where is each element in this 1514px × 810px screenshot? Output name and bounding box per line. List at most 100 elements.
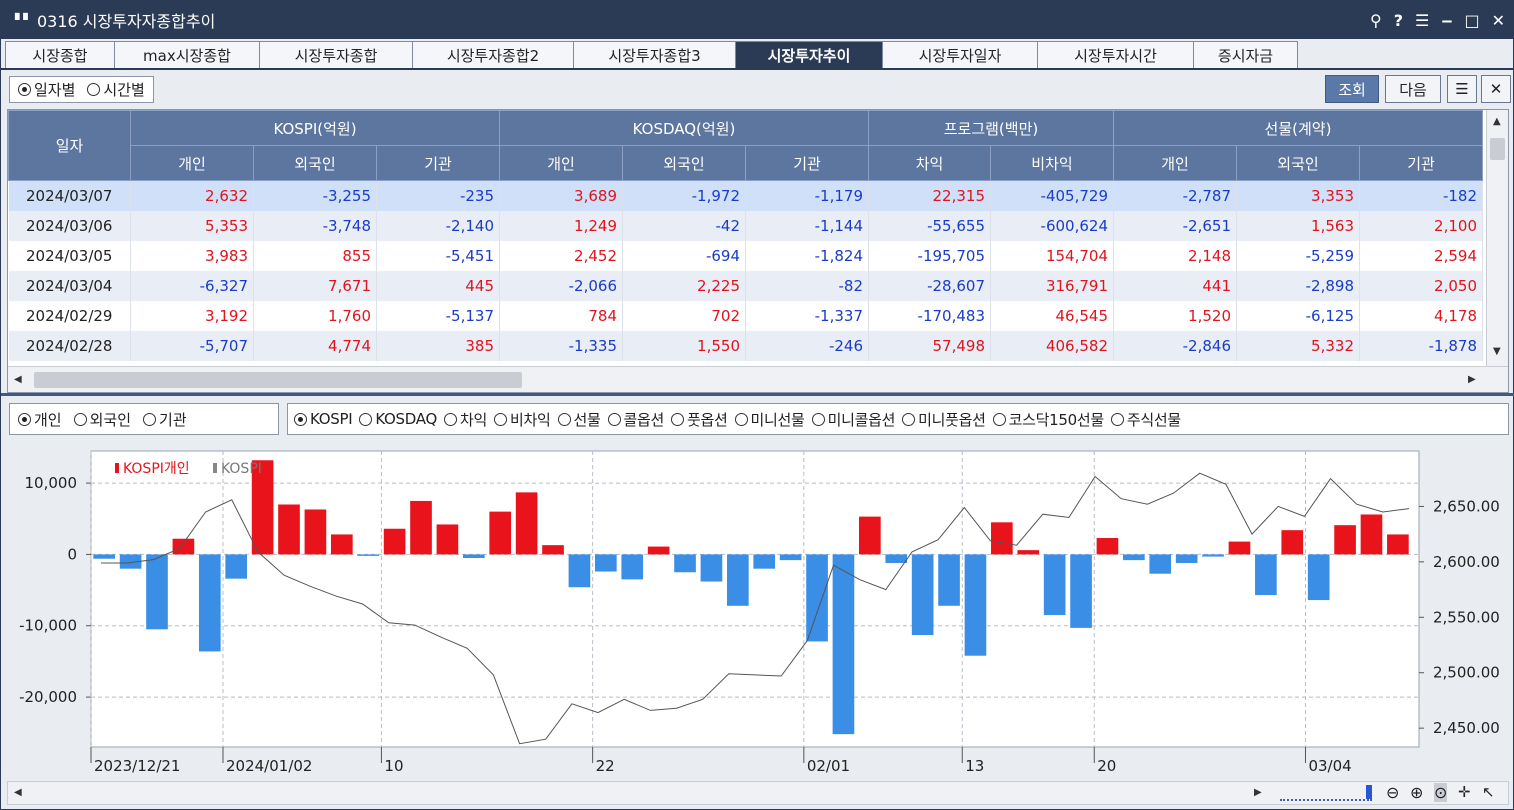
bar-kospi-individual[interactable] — [832, 554, 855, 735]
col-header[interactable]: 외국인 — [622, 145, 746, 181]
radio-institution[interactable]: 기관 — [143, 409, 187, 430]
bar-kospi-individual[interactable] — [727, 554, 749, 606]
bar-kospi-individual[interactable] — [1334, 525, 1356, 555]
bar-kospi-individual[interactable] — [1070, 554, 1092, 628]
zoom-slider-handle[interactable] — [1366, 785, 1372, 799]
radio-market-option[interactable]: 차익 — [443, 409, 487, 430]
table-row[interactable]: 2024/02/28 -5,707 4,774 385 -1,335 1,550 -246 5… — [8, 330, 1483, 361]
bar-kospi-individual[interactable] — [357, 554, 380, 556]
scroll-down-icon[interactable]: ▼ — [1493, 346, 1501, 357]
table-row[interactable]: 2024/03/05 3,983 855 -5,451 2,452 -694 -1,824-… — [8, 240, 1483, 271]
minimize-icon[interactable]: ‒ — [1441, 11, 1452, 30]
vertical-scrollbar[interactable]: ▲ ▼ — [1486, 110, 1508, 366]
radio-market-option[interactable]: 비차익 — [493, 409, 551, 430]
bar-kospi-individual[interactable] — [1175, 554, 1198, 563]
bar-kospi-individual[interactable] — [568, 554, 591, 588]
menu-icon[interactable]: ☰ — [1415, 11, 1429, 30]
radio-market-option[interactable]: 주식선물 — [1110, 409, 1181, 430]
col-header[interactable]: 기관 — [745, 145, 869, 181]
bar-kospi-individual[interactable] — [806, 554, 828, 642]
bar-kospi-individual[interactable] — [330, 534, 353, 555]
tab-market-invest-trend[interactable]: 시장투자추이 — [735, 41, 883, 69]
bar-kospi-individual[interactable] — [1307, 554, 1330, 601]
bar-kospi-individual[interactable] — [1017, 550, 1040, 555]
bar-kospi-individual[interactable] — [410, 500, 432, 555]
bar-kospi-individual[interactable] — [515, 492, 538, 555]
radio-market-option[interactable]: 미니콜옵션 — [811, 409, 895, 430]
grid-dots-icon[interactable]: ▘▘ — [15, 13, 32, 27]
crosshair-icon[interactable]: ✛ — [1458, 783, 1471, 801]
col-header[interactable]: 비차익 — [990, 145, 1114, 181]
col-header[interactable]: 기관 — [376, 145, 500, 181]
tab-market-summary[interactable]: 시장종합 — [5, 41, 115, 69]
col-header[interactable]: 개인 — [130, 145, 254, 181]
bar-kospi-individual[interactable] — [674, 554, 696, 573]
bar-kospi-individual[interactable] — [1255, 554, 1277, 596]
radio-foreign[interactable]: 외국인 — [73, 409, 131, 430]
bar-kospi-individual[interactable] — [304, 509, 327, 555]
bar-kospi-individual[interactable] — [1123, 554, 1145, 561]
scroll-right-icon[interactable]: ▶ — [1468, 374, 1476, 385]
bar-kospi-individual[interactable] — [1281, 530, 1304, 555]
vertical-scroll-thumb[interactable] — [1490, 138, 1505, 160]
zoom-in-icon[interactable]: ⊕ — [1410, 783, 1423, 802]
zoom-slider[interactable] — [1280, 785, 1372, 801]
radio-market-option[interactable]: 콜옵션 — [607, 409, 664, 430]
bar-kospi-individual[interactable] — [859, 516, 881, 555]
tab-market-invest-summary-2[interactable]: 시장투자종합2 — [412, 41, 574, 69]
pointer-icon[interactable]: ↖ — [1482, 783, 1495, 801]
col-header[interactable]: 개인 — [499, 145, 623, 181]
table-row[interactable]: 2024/02/29 3,192 1,760 -5,137 784 702 -1,337 -1… — [8, 300, 1483, 331]
bar-kospi-individual[interactable] — [172, 538, 195, 555]
panel-splitter[interactable] — [1, 393, 1514, 396]
col-header-date[interactable]: 일자 — [8, 110, 131, 181]
bar-kospi-individual[interactable] — [1360, 514, 1383, 555]
scroll-up-icon[interactable]: ▲ — [1493, 116, 1501, 127]
help-icon[interactable]: ? — [1394, 11, 1403, 30]
radio-market-option[interactable]: 미니선물 — [734, 409, 805, 430]
bar-kospi-individual[interactable] — [1228, 541, 1251, 555]
tab-market-invest-daily[interactable]: 시장투자일자 — [882, 41, 1038, 69]
bar-kospi-individual[interactable] — [1202, 554, 1224, 557]
horizontal-scroll-thumb[interactable] — [34, 372, 522, 388]
bar-kospi-individual[interactable] — [225, 554, 248, 579]
bar-kospi-individual[interactable] — [462, 554, 485, 558]
close-icon[interactable]: ✕ — [1492, 11, 1505, 30]
bar-kospi-individual[interactable] — [911, 554, 934, 636]
bar-kospi-individual[interactable] — [1096, 538, 1119, 555]
close-x-icon[interactable]: ✕ — [1481, 75, 1511, 103]
col-header[interactable]: 개인 — [1113, 145, 1237, 181]
bar-kospi-individual[interactable] — [621, 554, 644, 580]
next-button[interactable]: 다음 — [1385, 75, 1441, 103]
tab-market-invest-summary[interactable]: 시장투자종합 — [259, 41, 413, 69]
tab-market-funds[interactable]: 증시자금 — [1193, 41, 1298, 69]
bar-kospi-individual[interactable] — [647, 546, 670, 555]
bar-kospi-individual[interactable] — [938, 554, 960, 606]
bar-kospi-individual[interactable] — [1043, 554, 1066, 616]
chart-scroll-right-icon[interactable]: ▶ — [1254, 787, 1262, 798]
col-header[interactable]: 차익 — [868, 145, 991, 181]
col-header[interactable]: 기관 — [1359, 145, 1483, 181]
scroll-left-icon[interactable]: ◀ — [14, 374, 22, 385]
bar-kospi-individual[interactable] — [542, 545, 564, 555]
bar-kospi-individual[interactable] — [885, 554, 908, 563]
bar-kospi-individual[interactable] — [1387, 534, 1409, 555]
radio-market-option[interactable]: 코스닥150선물 — [992, 409, 1104, 430]
radio-market-option[interactable]: 선물 — [557, 409, 601, 430]
maximize-icon[interactable]: □ — [1464, 11, 1479, 30]
radio-market-option[interactable]: KOSDAQ — [359, 410, 437, 428]
bar-kospi-individual[interactable] — [700, 554, 723, 582]
tab-market-invest-time[interactable]: 시장투자시간 — [1037, 41, 1194, 69]
horizontal-scrollbar[interactable]: ◀ ▶ — [8, 366, 1508, 392]
zoom-out-icon[interactable]: ⊖ — [1386, 783, 1399, 802]
tab-max-market-summary[interactable]: max시장종합 — [114, 41, 260, 69]
bar-kospi-individual[interactable] — [753, 554, 776, 569]
bar-kospi-individual[interactable] — [383, 528, 406, 555]
bar-kospi-individual[interactable] — [1149, 554, 1172, 574]
col-header[interactable]: 외국인 — [1236, 145, 1360, 181]
bar-kospi-individual[interactable] — [436, 524, 459, 555]
chart-scrollbar[interactable]: ◀ ▶ ⊖ ⊕ ⊙ ✛ ↖ — [7, 781, 1509, 805]
radio-market-option[interactable]: 미니풋옵션 — [902, 409, 986, 430]
bar-kospi-individual[interactable] — [93, 554, 116, 559]
radio-daily[interactable]: 일자별 — [18, 79, 75, 100]
